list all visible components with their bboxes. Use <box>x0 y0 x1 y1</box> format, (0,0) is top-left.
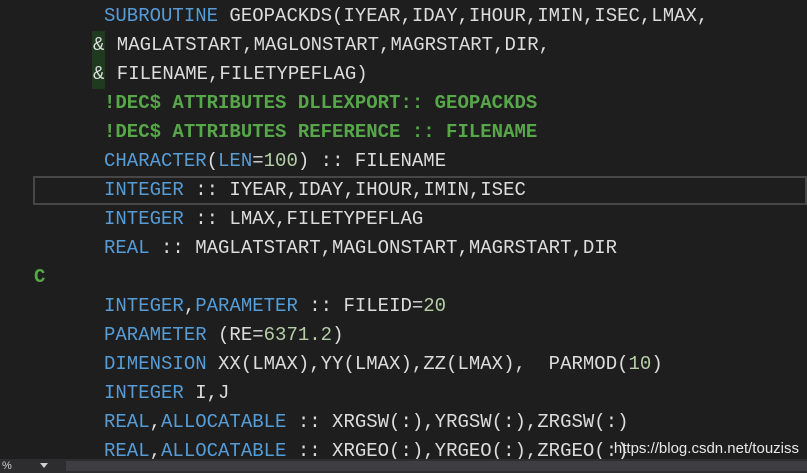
identifier-token: , <box>149 410 162 433</box>
keyword-token: DIMENSION <box>104 352 207 375</box>
code-line[interactable]: DIMENSION XX(LMAX),YY(LMAX),ZZ(LMAX), PA… <box>0 350 807 379</box>
identifier-token: , <box>183 294 196 317</box>
code-line-content: PARAMETER (RE=6371.2) <box>104 321 343 350</box>
keyword-token: REAL <box>104 410 150 433</box>
code-line-content: INTEGER I,J <box>104 379 229 408</box>
code-line[interactable]: & FILENAME,FILETYPEFLAG) <box>0 59 807 89</box>
number-token: 6371.2 <box>263 323 333 346</box>
keyword-token: PARAMETER <box>195 294 298 317</box>
code-line[interactable]: CHARACTER(LEN=100) :: FILENAME <box>0 147 807 176</box>
keyword-token: PARAMETER <box>104 323 207 346</box>
keyword-token: LEN <box>218 149 253 172</box>
code-line-content: !DEC$ ATTRIBUTES REFERENCE :: FILENAME <box>104 118 537 147</box>
code-line[interactable]: C <box>0 263 807 292</box>
comment-token: C <box>34 265 46 288</box>
code-line[interactable]: SUBROUTINE GEOPACKDS(IYEAR,IDAY,IHOUR,IM… <box>0 2 807 31</box>
code-line-content: INTEGER :: IYEAR,IDAY,IHOUR,IMIN,ISEC <box>104 176 526 205</box>
code-line[interactable]: PARAMETER (RE=6371.2) <box>0 321 807 350</box>
identifier-token: FILENAME,FILETYPEFLAG) <box>105 62 368 85</box>
keyword-token: CHARACTER <box>104 149 207 172</box>
code-line-content: DIMENSION XX(LMAX),YY(LMAX),ZZ(LMAX), PA… <box>104 350 663 379</box>
keyword-token: REAL <box>104 236 150 259</box>
keyword-token: INTEGER <box>104 207 184 230</box>
identifier-token: :: FILEID= <box>297 294 424 317</box>
identifier-token: = <box>252 149 264 172</box>
code-line[interactable]: !DEC$ ATTRIBUTES REFERENCE :: FILENAME <box>0 118 807 147</box>
code-line[interactable]: INTEGER :: LMAX,FILETYPEFLAG <box>0 205 807 234</box>
identifier-token: ( <box>206 149 219 172</box>
code-line-content: INTEGER :: LMAX,FILETYPEFLAG <box>104 205 423 234</box>
number-token: 100 <box>263 149 298 172</box>
code-editor[interactable]: SUBROUTINE GEOPACKDS(IYEAR,IDAY,IHOUR,IM… <box>0 0 807 459</box>
keyword-token: ALLOCATABLE <box>161 410 287 433</box>
continuation-token: & <box>92 59 106 89</box>
keyword-token: INTEGER <box>104 381 184 404</box>
identifier-token: I,J <box>183 381 230 404</box>
comment-token: !DEC$ ATTRIBUTES REFERENCE :: FILENAME <box>104 120 538 143</box>
comment-token: !DEC$ ATTRIBUTES DLLEXPORT:: GEOPACKDS <box>104 91 538 114</box>
identifier-token: (RE= <box>206 323 264 346</box>
code-line[interactable]: INTEGER,PARAMETER :: FILEID=20 <box>0 292 807 321</box>
identifier-token: ) :: FILENAME <box>297 149 447 172</box>
identifier-token: MAGLATSTART,MAGLONSTART,MAGRSTART,DIR, <box>105 33 551 56</box>
keyword-token: ALLOCATABLE <box>161 439 287 460</box>
code-line-content: REAL :: MAGLATSTART,MAGLONSTART,MAGRSTAR… <box>104 234 617 263</box>
code-line-content: SUBROUTINE GEOPACKDS(IYEAR,IDAY,IHOUR,IM… <box>104 2 708 31</box>
watermark-text: https://blog.csdn.net/touziss <box>613 440 799 457</box>
code-line[interactable]: INTEGER :: IYEAR,IDAY,IHOUR,IMIN,ISEC <box>33 175 807 205</box>
keyword-token: SUBROUTINE <box>104 4 219 27</box>
identifier-token: XX(LMAX),YY(LMAX),ZZ(LMAX), PARMOD( <box>206 352 629 375</box>
number-token: 20 <box>423 294 447 317</box>
identifier-token: :: MAGLATSTART,MAGLONSTART,MAGRSTART,DIR <box>149 236 618 259</box>
code-line-content: CHARACTER(LEN=100) :: FILENAME <box>104 147 446 176</box>
code-line-content: REAL,ALLOCATABLE :: XRGEO(:),YRGEO(:),ZR… <box>104 437 629 460</box>
identifier-token: :: XRGEO(:),YRGEO(:),ZRGEO(:) <box>286 439 629 460</box>
zoom-dropdown-icon[interactable] <box>40 463 48 468</box>
code-line[interactable]: REAL :: MAGLATSTART,MAGLONSTART,MAGRSTAR… <box>0 234 807 263</box>
zoom-level[interactable]: % <box>2 459 12 473</box>
code-line[interactable]: REAL,ALLOCATABLE :: XRGSW(:),YRGSW(:),ZR… <box>0 408 807 437</box>
keyword-token: INTEGER <box>104 294 184 317</box>
code-line-content: REAL,ALLOCATABLE :: XRGSW(:),YRGSW(:),ZR… <box>104 408 629 437</box>
identifier-token: :: LMAX,FILETYPEFLAG <box>183 207 424 230</box>
keyword-token: INTEGER <box>104 178 184 201</box>
code-line-content: & FILENAME,FILETYPEFLAG) <box>92 59 368 89</box>
identifier-token: ) <box>332 323 344 346</box>
code-line-content: !DEC$ ATTRIBUTES DLLEXPORT:: GEOPACKDS <box>104 89 537 118</box>
identifier-token: :: XRGSW(:),YRGSW(:),ZRGSW(:) <box>286 410 629 433</box>
identifier-token: , <box>149 439 162 460</box>
identifier-token: :: IYEAR,IDAY,IHOUR,IMIN,ISEC <box>183 178 526 201</box>
code-line[interactable]: & MAGLATSTART,MAGLONSTART,MAGRSTART,DIR, <box>0 30 807 60</box>
identifier-token: GEOPACKDS(IYEAR,IDAY,IHOUR,IMIN,ISEC,LMA… <box>218 4 709 27</box>
code-line-content: C <box>34 263 45 292</box>
continuation-token: & <box>92 30 106 60</box>
horizontal-scrollbar[interactable] <box>66 461 807 471</box>
number-token: 10 <box>628 352 652 375</box>
code-line[interactable]: !DEC$ ATTRIBUTES DLLEXPORT:: GEOPACKDS <box>0 89 807 118</box>
status-bar: % <box>0 459 807 473</box>
code-line-content: & MAGLATSTART,MAGLONSTART,MAGRSTART,DIR, <box>92 30 551 60</box>
code-line[interactable]: INTEGER I,J <box>0 379 807 408</box>
code-line-content: INTEGER,PARAMETER :: FILEID=20 <box>104 292 446 321</box>
keyword-token: REAL <box>104 439 150 460</box>
identifier-token: ) <box>651 352 663 375</box>
